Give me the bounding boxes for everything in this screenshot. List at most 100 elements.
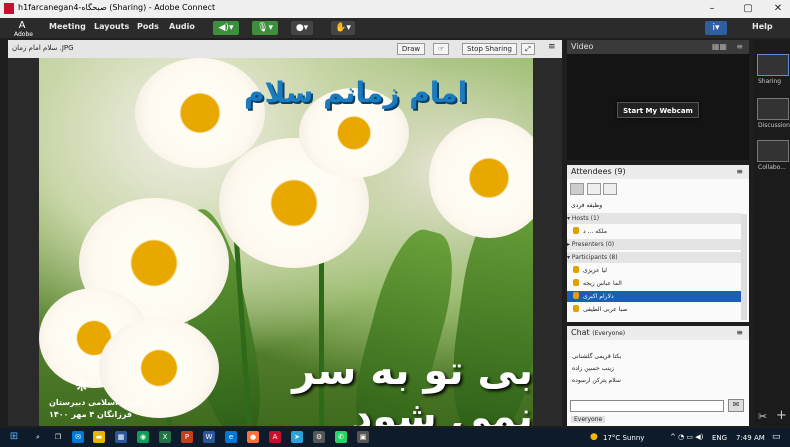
mail-icon[interactable]: ✉	[72, 431, 84, 443]
app-icon[interactable]: ▣	[357, 431, 369, 443]
presenters-label: Presenters (0)	[571, 241, 615, 248]
list-item[interactable]: دلارام اکبری	[567, 291, 741, 302]
chat-title: Chat	[571, 328, 590, 337]
powerpoint-icon[interactable]: P	[181, 431, 193, 443]
whatsapp-icon[interactable]: ✆	[335, 431, 347, 443]
presenters-section[interactable]: ▸ Presenters (0)	[567, 239, 741, 250]
menu-pods[interactable]: Pods	[137, 22, 159, 31]
layout-collab-label[interactable]: Collabo...	[758, 164, 786, 171]
list-item[interactable]: ملکه ... د	[567, 226, 741, 237]
participant-icon	[573, 279, 579, 286]
microphone-icon[interactable]: 🎙▾	[252, 21, 278, 35]
webcam-icon[interactable]: ●▾	[291, 21, 313, 35]
list-view-icon[interactable]	[570, 183, 584, 195]
participant-icon	[573, 292, 579, 299]
chat-menu-icon[interactable]: ≡	[736, 326, 743, 340]
menu-layouts[interactable]: Layouts	[94, 22, 129, 31]
fullscreen-icon[interactable]: ⤢	[521, 43, 535, 55]
word-icon[interactable]: W	[203, 431, 215, 443]
add-layout-icon[interactable]: +	[776, 408, 787, 423]
attendees-scrollbar[interactable]	[741, 214, 747, 320]
language-indicator[interactable]: ENG	[712, 434, 727, 442]
telegram-icon[interactable]: ➤	[291, 431, 303, 443]
attendees-title: Attendees	[571, 167, 612, 176]
participants-section[interactable]: ▾ Participants (8)	[567, 252, 741, 263]
app-icon	[4, 3, 14, 14]
chat-scope: (Everyone)	[592, 330, 626, 337]
edge-icon[interactable]: e	[225, 431, 237, 443]
clock[interactable]: 7:49 AM	[736, 434, 765, 442]
firefox-icon[interactable]: ●	[247, 431, 259, 443]
attendee-name: لیا عزیزی	[583, 267, 607, 274]
image-org-line2: فرزانگان ۴ مهر ۱۴۰۰	[49, 410, 133, 419]
video-pod	[567, 40, 749, 160]
share-toolbar: سلام امام زمان .JPG Draw ☞ Stop Sharing …	[8, 40, 562, 58]
chat-input[interactable]	[570, 400, 724, 412]
video-layout-icon[interactable]: ▦▦	[712, 40, 727, 54]
layout-discussion-label[interactable]: Discussion	[758, 122, 790, 129]
info-icon[interactable]: i▾	[705, 21, 727, 35]
attendees-count: (9)	[614, 167, 626, 176]
layout-collab-thumb[interactable]	[757, 140, 789, 162]
menu-audio[interactable]: Audio	[169, 22, 195, 31]
chat-tab-everyone[interactable]: Everyone	[571, 416, 606, 423]
sun-icon: ●	[590, 432, 598, 442]
hosts-label: Hosts (1)	[571, 215, 600, 222]
host-icon	[573, 227, 579, 234]
pointer-icon[interactable]: ☞	[433, 43, 449, 55]
start-webcam-button[interactable]: Start My Webcam	[617, 102, 699, 118]
window-title: h1farcanegan4-صبحگاه (Sharing) - Adobe C…	[18, 3, 216, 12]
excel-icon[interactable]: X	[159, 431, 171, 443]
image-title-text: امام زمانم سلام	[244, 76, 468, 109]
list-item[interactable]: صبا عربی الطیفی	[567, 304, 741, 315]
share-menu-icon[interactable]: ≡	[548, 42, 556, 52]
image-calligraphy: بی تو به سر نمی شود	[292, 348, 533, 426]
windows-start-icon[interactable]: ⊞	[8, 431, 20, 443]
list-item[interactable]: لیا عزیزی	[567, 265, 741, 276]
store-icon[interactable]: ▦	[115, 431, 127, 443]
draw-button[interactable]: Draw	[397, 43, 425, 55]
participant-icon	[573, 305, 579, 312]
menu-help[interactable]: Help	[752, 22, 773, 31]
video-menu-icon[interactable]: ≡	[736, 40, 743, 54]
flower-emblem-icon: ❋	[75, 376, 89, 395]
settings-icon[interactable]: ⚙	[313, 431, 325, 443]
menu-meeting[interactable]: Meeting	[49, 22, 86, 31]
title-bar: h1farcanegan4-صبحگاه (Sharing) - Adobe C…	[0, 0, 790, 18]
layout-sharing-thumb[interactable]	[757, 54, 789, 76]
participants-label: Participants (8)	[571, 254, 618, 261]
chrome-icon[interactable]: ◉	[137, 431, 149, 443]
attendee-name: صبا عربی الطیفی	[583, 306, 628, 313]
attendee-name: ملکه ... د	[583, 228, 607, 235]
image-org-line1: انجمن اسلامی دبیرستان	[49, 398, 145, 407]
stop-sharing-button[interactable]: Stop Sharing	[462, 43, 517, 55]
grid-view-icon[interactable]	[586, 183, 601, 195]
task-view-icon[interactable]: ❐	[52, 431, 64, 443]
file-explorer-icon[interactable]: ▬	[93, 431, 105, 443]
weather-text[interactable]: 17°C Sunny	[603, 434, 644, 442]
layout-sharing-label[interactable]: Sharing	[758, 78, 781, 85]
adobe-connect-taskbar-icon[interactable]: A	[269, 431, 281, 443]
minimize-button[interactable]: –	[700, 2, 724, 15]
tray-icons[interactable]: ^ ◔ ▭ ◀)	[670, 433, 703, 441]
search-icon[interactable]: ⌕	[32, 431, 44, 443]
close-button[interactable]: ✕	[766, 2, 790, 15]
attendees-header: Attendees (9) ≡	[567, 165, 749, 179]
attendees-menu-icon[interactable]: ≡	[736, 165, 743, 179]
raise-hand-icon[interactable]: ✋▾	[331, 21, 355, 35]
send-message-icon[interactable]: ✉	[728, 399, 744, 412]
layout-discussion-thumb[interactable]	[757, 98, 789, 120]
daffodil	[429, 118, 533, 238]
maximize-button[interactable]: ▢	[736, 2, 760, 15]
chat-message: یکتا قریمی گلشنانی	[572, 353, 622, 360]
share-filename: سلام امام زمان .JPG	[12, 44, 74, 52]
shared-image: امام زمانم سلام بی تو به سر نمی شود ❋ ان…	[39, 58, 533, 426]
list-item[interactable]: الما عباس زیحه	[567, 278, 741, 289]
status-view-icon[interactable]	[603, 183, 618, 195]
speaker-icon[interactable]: ◀)▾	[213, 21, 239, 35]
notification-icon[interactable]: ▭	[772, 432, 781, 442]
video-pod-header: Video ▦▦ ≡	[567, 40, 749, 54]
tools-icon[interactable]: ✂	[758, 410, 767, 423]
hosts-section[interactable]: ▾ Hosts (1)	[567, 213, 741, 224]
raise-hand-row[interactable]: وظیفه فردی	[567, 200, 741, 211]
